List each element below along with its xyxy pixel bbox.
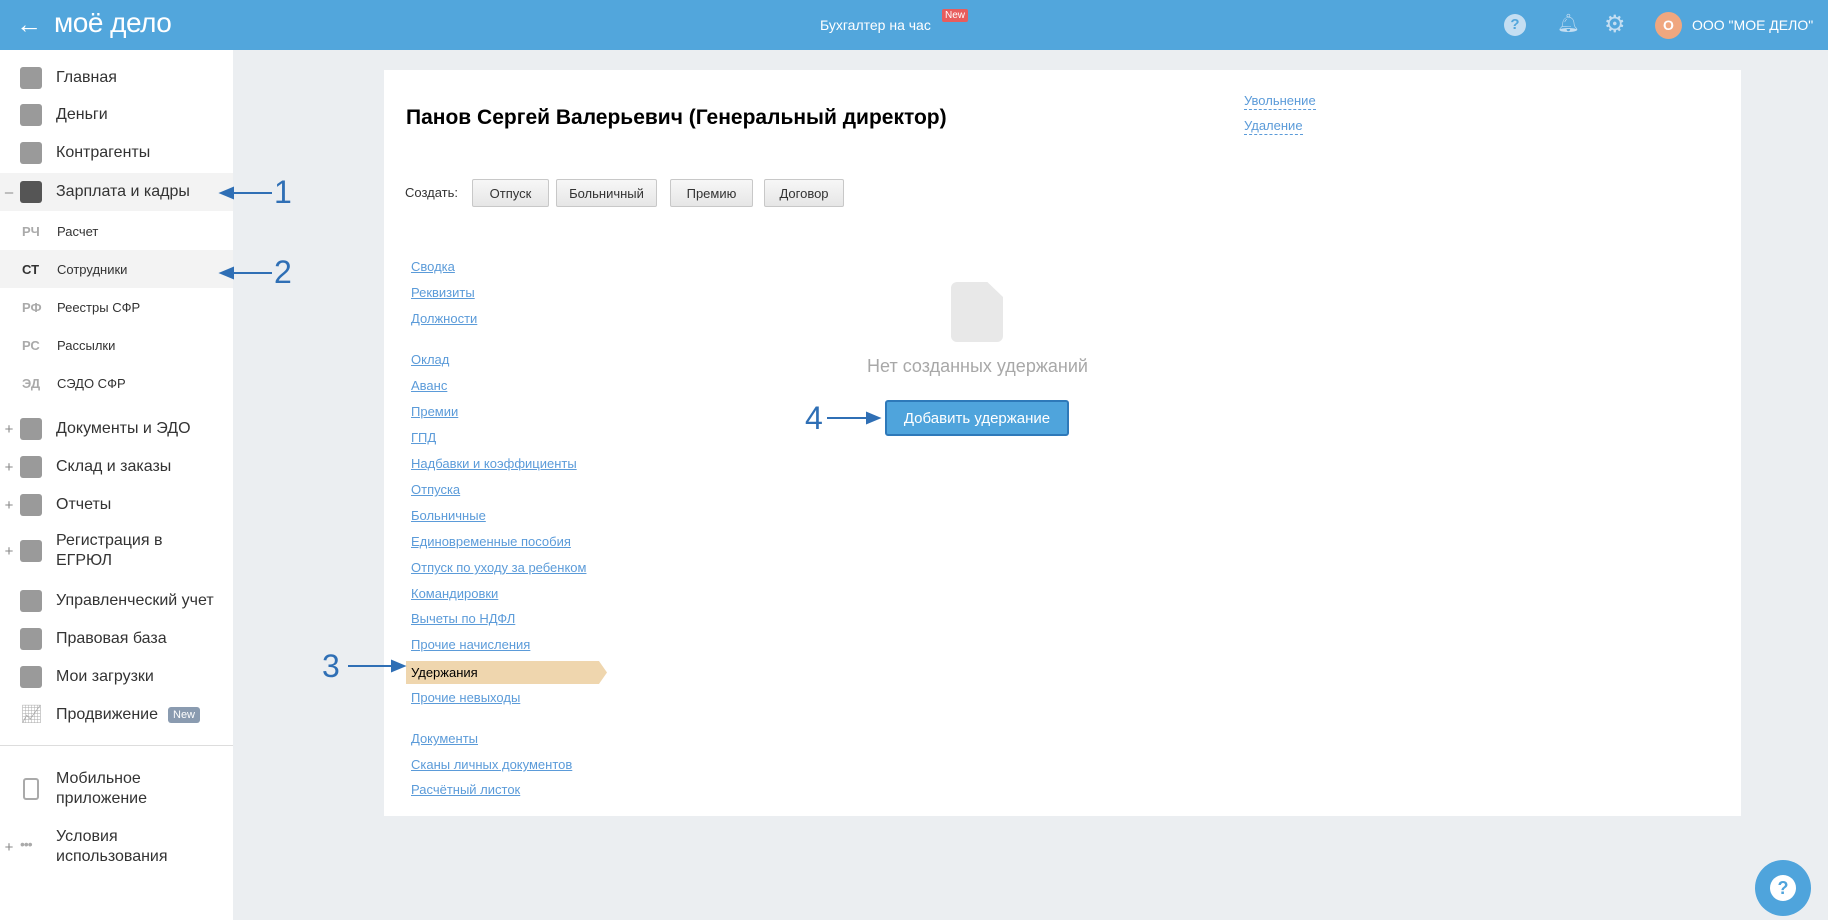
annotation-3: 3 [322, 648, 340, 684]
help-chat-button[interactable]: ? [1755, 860, 1811, 916]
annotation-2: 2 [274, 254, 292, 290]
annotation-arrows [218, 186, 882, 673]
annotation-1: 1 [274, 174, 292, 210]
annotation-4: 4 [805, 400, 823, 436]
help-icon: ? [1770, 875, 1796, 901]
